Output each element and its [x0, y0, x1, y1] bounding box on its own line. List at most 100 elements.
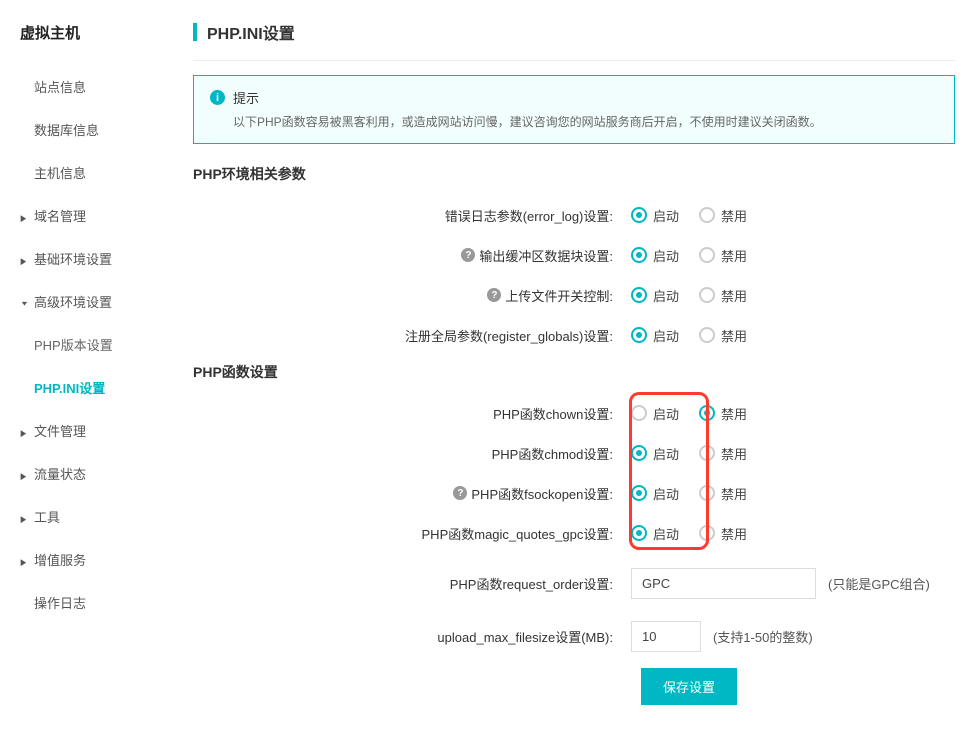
radio-label: 禁用	[721, 524, 747, 543]
main-content: PHP.INI设置 i 提示 以下PHP函数容易被黑客利用，或造成网站访问慢，建…	[175, 0, 973, 730]
upload-max-input[interactable]	[631, 621, 701, 652]
form-label: ?上传文件开关控制:	[193, 286, 623, 305]
radio-circle-icon	[699, 327, 715, 343]
radio-group: 启动 禁用	[623, 444, 747, 463]
radio-off[interactable]: 禁用	[699, 286, 747, 305]
divider	[193, 60, 955, 61]
form-label: 错误日志参数(error_log)设置:	[193, 206, 623, 225]
alert-title: 提示	[233, 88, 259, 107]
sidebar-item-10[interactable]: 工具	[0, 495, 175, 538]
radio-label: 禁用	[721, 286, 747, 305]
sidebar-item-label: 基础环境设置	[34, 249, 112, 268]
form-row: PHP函数chown设置:启动禁用	[193, 400, 955, 426]
help-icon[interactable]: ?	[461, 248, 475, 262]
radio-circle-icon	[699, 525, 715, 541]
radio-circle-icon	[631, 327, 647, 343]
help-icon[interactable]: ?	[453, 486, 467, 500]
sidebar-item-label: 文件管理	[34, 421, 86, 440]
radio-off[interactable]: 禁用	[699, 444, 747, 463]
radio-off[interactable]: 禁用	[699, 246, 747, 265]
radio-circle-icon	[631, 287, 647, 303]
radio-label: 启动	[653, 286, 679, 305]
section-env-title: PHP环境相关参数	[193, 164, 955, 184]
radio-on[interactable]: 启动	[631, 326, 679, 345]
sidebar-item-6[interactable]: PHP版本设置	[0, 323, 175, 366]
section-func-title: PHP函数设置	[193, 362, 955, 382]
sidebar-item-0[interactable]: 站点信息	[0, 65, 175, 108]
form-row: 注册全局参数(register_globals)设置:启动禁用	[193, 322, 955, 348]
form-row: 错误日志参数(error_log)设置: 启动 禁用	[193, 202, 955, 228]
sidebar-item-label: 增值服务	[34, 550, 86, 569]
sidebar-item-7[interactable]: PHP.INI设置	[0, 366, 175, 409]
info-icon: i	[210, 90, 225, 105]
sidebar-item-4[interactable]: 基础环境设置	[0, 237, 175, 280]
radio-off[interactable]: 禁用	[699, 524, 747, 543]
sidebar-item-label: 高级环境设置	[34, 292, 112, 311]
form-row: PHP函数magic_quotes_gpc设置: 启动 禁用	[193, 520, 955, 546]
sidebar-item-8[interactable]: 文件管理	[0, 409, 175, 452]
radio-circle-icon	[631, 485, 647, 501]
sidebar-item-label: PHP版本设置	[34, 335, 113, 354]
sidebar-item-label: 域名管理	[34, 206, 86, 225]
form-row: ?输出缓冲区数据块设置:启动禁用	[193, 242, 955, 268]
form-row: ?PHP函数fsockopen设置: 启动 禁用	[193, 480, 955, 506]
sidebar-item-label: 工具	[34, 507, 60, 526]
radio-label: 禁用	[721, 404, 747, 423]
sidebar-item-label: 操作日志	[34, 593, 86, 612]
radio-circle-icon	[699, 287, 715, 303]
radio-circle-icon	[699, 247, 715, 263]
form-row: PHP函数chmod设置:启动禁用	[193, 440, 955, 466]
sidebar-item-label: 站点信息	[34, 77, 86, 96]
radio-label: 禁用	[721, 246, 747, 265]
radio-group: 启动 禁用	[623, 206, 747, 225]
sidebar-item-12[interactable]: 操作日志	[0, 581, 175, 624]
form-label: PHP函数magic_quotes_gpc设置:	[193, 524, 623, 543]
sidebar: 虚拟主机 站点信息数据库信息主机信息域名管理基础环境设置高级环境设置PHP版本设…	[0, 0, 175, 730]
radio-on[interactable]: 启动	[631, 286, 679, 305]
sidebar-item-label: 数据库信息	[34, 120, 99, 139]
radio-on[interactable]: 启动	[631, 484, 679, 503]
sidebar-item-label: 主机信息	[34, 163, 86, 182]
sidebar-item-2[interactable]: 主机信息	[0, 151, 175, 194]
form-label: ?PHP函数fsockopen设置:	[193, 484, 623, 503]
radio-on[interactable]: 启动	[631, 524, 679, 543]
radio-label: 启动	[653, 484, 679, 503]
sidebar-item-5[interactable]: 高级环境设置	[0, 280, 175, 323]
radio-circle-icon	[631, 247, 647, 263]
radio-label: 禁用	[721, 206, 747, 225]
radio-label: 启动	[653, 444, 679, 463]
request-order-input[interactable]	[631, 568, 816, 599]
radio-off[interactable]: 禁用	[699, 404, 747, 423]
sidebar-item-label: PHP.INI设置	[34, 378, 105, 397]
radio-off[interactable]: 禁用	[699, 326, 747, 345]
radio-off[interactable]: 禁用	[699, 206, 747, 225]
sidebar-item-9[interactable]: 流量状态	[0, 452, 175, 495]
alert-body: 以下PHP函数容易被黑客利用，或造成网站访问慢，建议咨询您的网站服务商后开启，不…	[210, 113, 938, 131]
help-icon[interactable]: ?	[487, 288, 501, 302]
radio-circle-icon	[631, 207, 647, 223]
hint-text: (支持1-50的整数)	[713, 627, 813, 646]
radio-circle-icon	[699, 445, 715, 461]
radio-circle-icon	[699, 405, 715, 421]
radio-on[interactable]: 启动	[631, 246, 679, 265]
radio-on[interactable]: 启动	[631, 206, 679, 225]
sidebar-item-11[interactable]: 增值服务	[0, 538, 175, 581]
save-button[interactable]: 保存设置	[641, 668, 737, 705]
radio-label: 启动	[653, 206, 679, 225]
radio-group: 启动 禁用	[623, 246, 747, 265]
alert-box: i 提示 以下PHP函数容易被黑客利用，或造成网站访问慢，建议咨询您的网站服务商…	[193, 75, 955, 144]
page-title-row: PHP.INI设置	[193, 0, 955, 60]
form-row: ?上传文件开关控制: 启动 禁用	[193, 282, 955, 308]
radio-label: 启动	[653, 524, 679, 543]
hint-text: (只能是GPC组合)	[828, 574, 930, 593]
form-row-upload-max: upload_max_filesize设置(MB): (支持1-50的整数)	[193, 621, 955, 652]
radio-group: 启动 禁用	[623, 484, 747, 503]
radio-on[interactable]: 启动	[631, 444, 679, 463]
radio-circle-icon	[699, 207, 715, 223]
radio-on[interactable]: 启动	[631, 404, 679, 423]
sidebar-item-1[interactable]: 数据库信息	[0, 108, 175, 151]
radio-circle-icon	[631, 445, 647, 461]
radio-off[interactable]: 禁用	[699, 484, 747, 503]
sidebar-item-3[interactable]: 域名管理	[0, 194, 175, 237]
radio-label: 禁用	[721, 444, 747, 463]
